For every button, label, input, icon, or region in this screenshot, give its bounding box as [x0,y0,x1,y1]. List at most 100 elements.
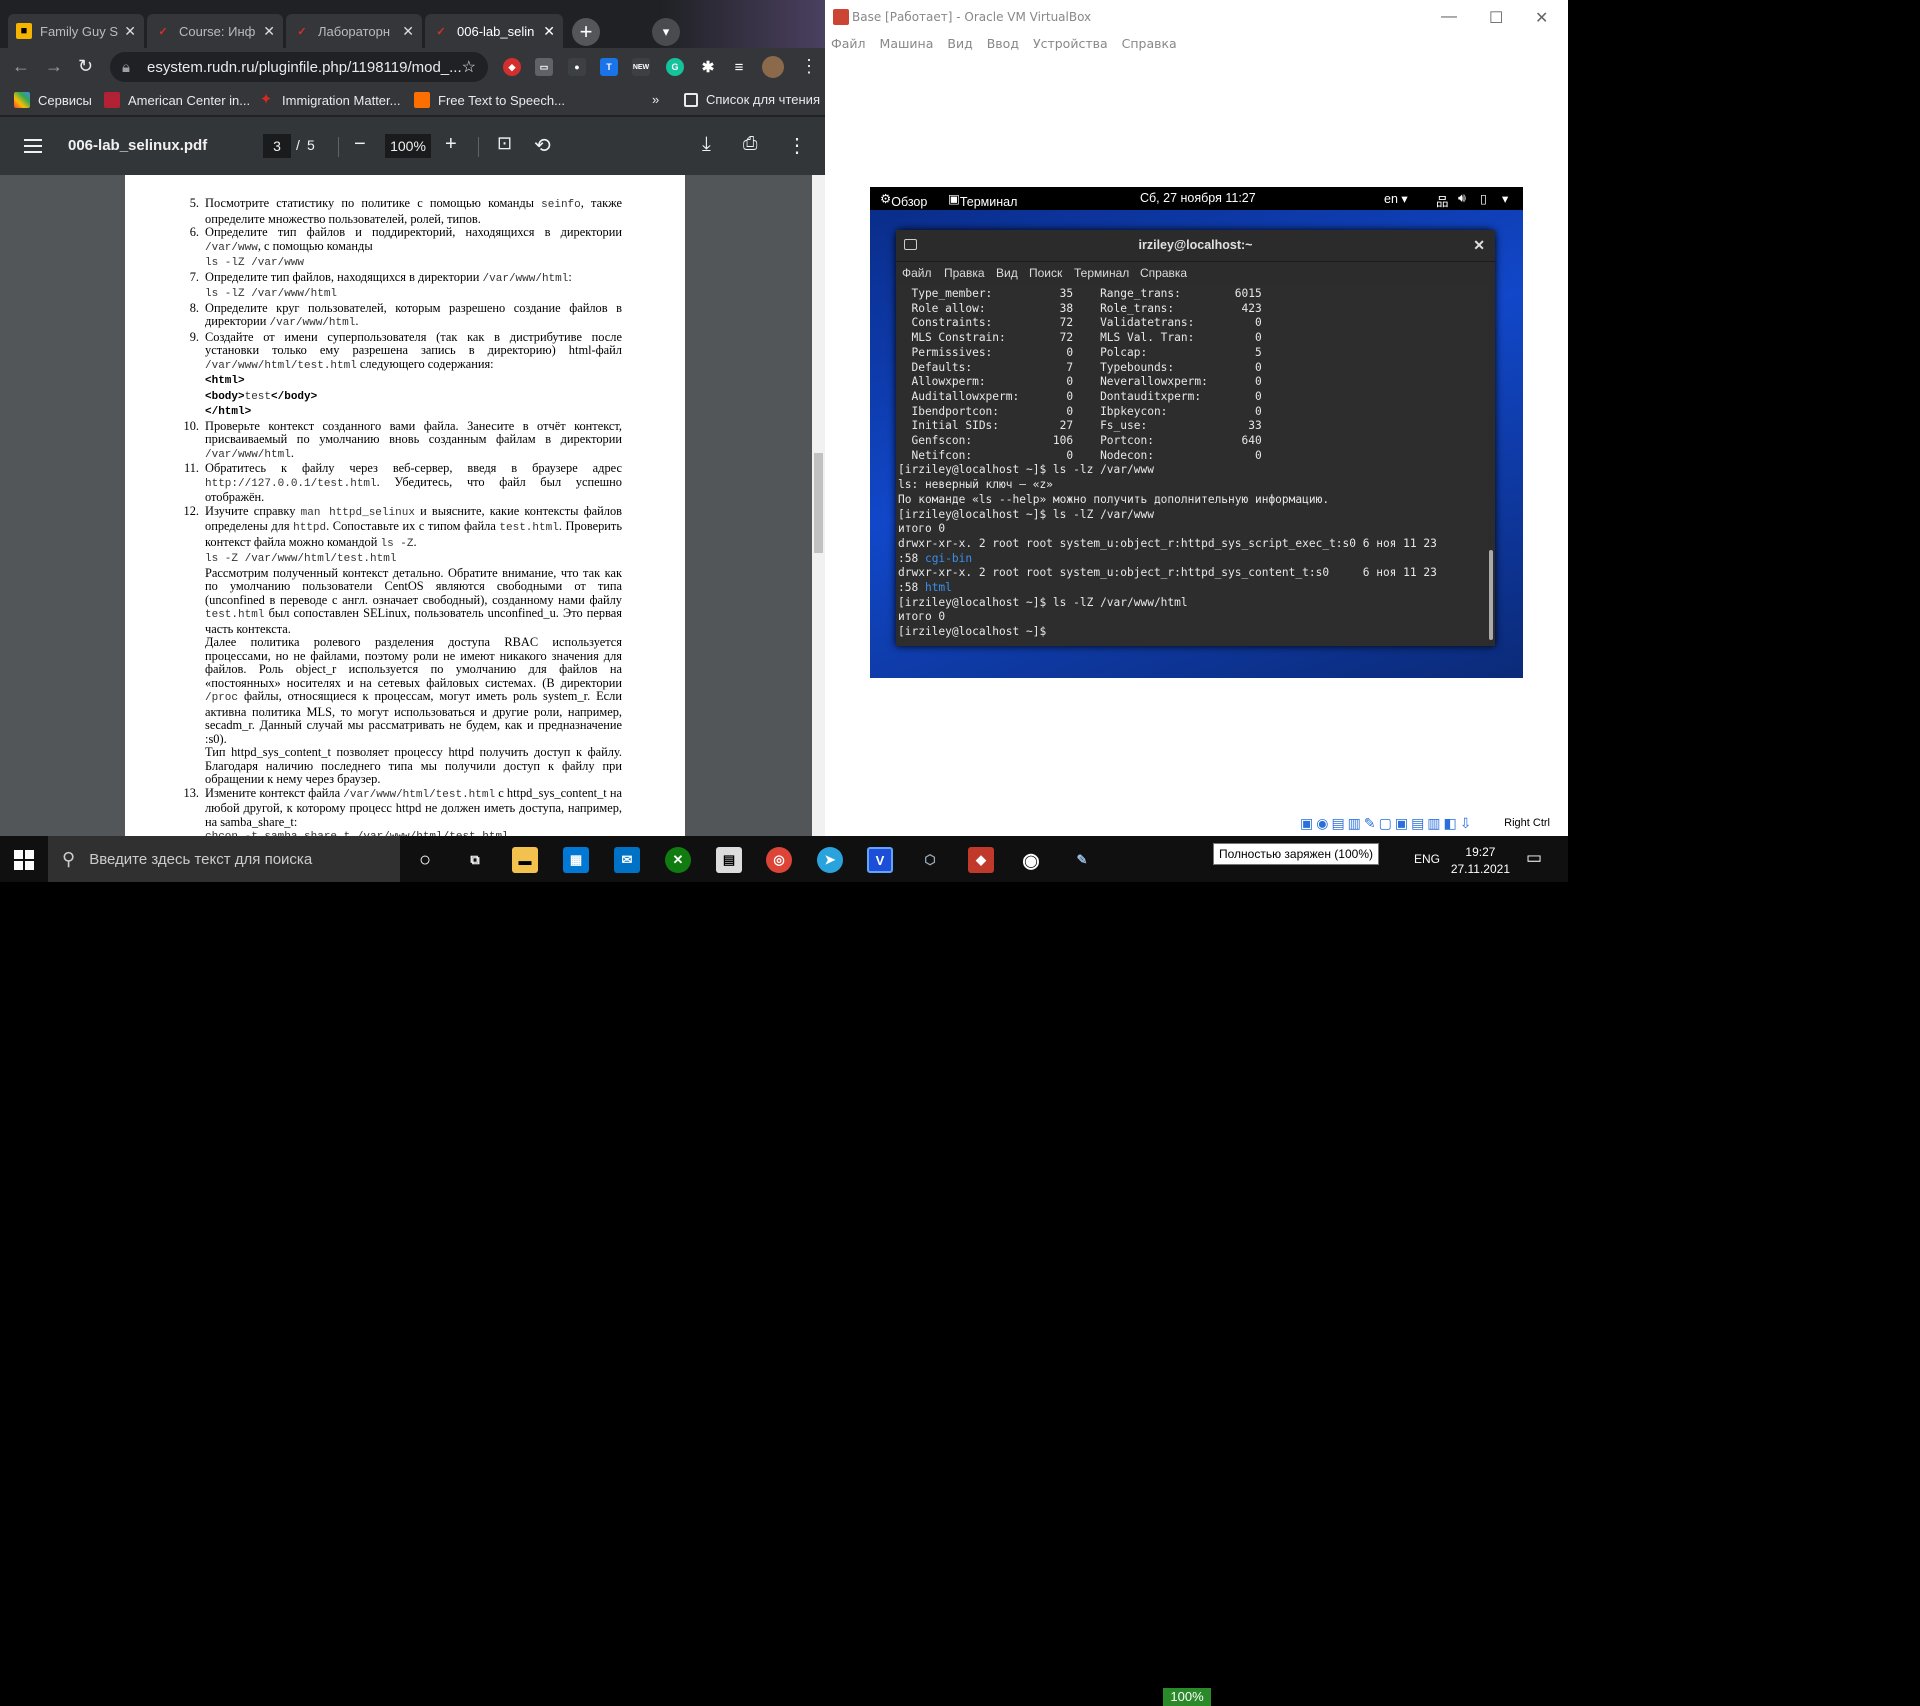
gnome-top-bar: ⚙︎ Обзор ▣ Терминал ▾ Сб, 27 ноября 11:2… [870,187,1523,224]
terminal-app-menu[interactable]: ▣ Терминал ▾ [948,191,1017,224]
bookmark-immigration[interactable]: ✦ Immigration Matter... [258,92,401,108]
minimize-icon[interactable]: — [1441,8,1457,26]
file-explorer-icon[interactable]: ▬ [512,847,538,873]
taskbar-clock[interactable]: 19:27 27.11.2021 [1451,844,1510,878]
close-window-icon[interactable]: ✕ [1535,8,1548,28]
terminal-line: Defaults: 7 Typebounds: 0 [898,360,1262,374]
zoom-in-icon[interactable]: + [445,133,457,156]
puzzle-extensions-icon[interactable]: ✱ [699,58,717,76]
terminal-window[interactable]: irziley@localhost:~ ✕ Файл Правка Вид По… [896,230,1495,646]
forward-icon[interactable]: → [45,56,63,77]
mail-icon[interactable]: ✉ [614,847,640,873]
menu-devices[interactable]: Устройства [1033,36,1108,51]
guest-desktop: irziley@localhost:~ ✕ Файл Правка Вид По… [870,210,1523,678]
bookmark-services[interactable]: Сервисы [14,92,92,108]
kebab-menu-icon[interactable]: ⋮ [800,56,818,77]
terminal-menu-file[interactable]: Файл [902,266,932,280]
pdf-viewport[interactable]: 5. Посмотрите статистику по политике с по… [0,175,825,836]
virtualbox-taskbar-icon[interactable]: ⬡ [917,847,943,873]
maximize-icon[interactable]: ☐ [1489,8,1503,28]
activities-button[interactable]: ⚙︎ Обзор [880,191,927,209]
menu-view[interactable]: Вид [947,36,972,51]
list-item-text: Измените контекст файла /var/www/html/te… [205,785,623,836]
vm-status-icons[interactable]: ▣◉▤▥✎▢▣▤▥◧⇩ [1300,815,1475,832]
system-menu-chevron-icon[interactable]: ▾ [1502,191,1508,206]
close-icon[interactable]: ✕ [1473,237,1485,254]
grammarly-icon[interactable]: G [666,58,684,76]
close-icon[interactable]: ✕ [402,23,414,40]
obs-icon[interactable]: ◉ [1018,847,1044,873]
pdf-more-icon[interactable]: ⋮ [787,133,807,158]
extension-shield-icon[interactable]: ◆ [503,58,521,76]
profile-avatar[interactable] [762,56,784,78]
network-icon[interactable]: 品 [1436,191,1449,210]
terminal-output[interactable]: Type_member: 35 Range_trans: 6015 Role a… [898,284,1488,646]
taskbar-search-box[interactable]: ⚲ Введите здесь текст для поиска [48,836,400,882]
menu-help[interactable]: Справка [1122,36,1177,51]
terminal-menu-help[interactable]: Справка [1140,266,1187,280]
bookmark-star-icon[interactable]: ☆ [462,57,476,77]
print-icon[interactable]: ⎙ [743,133,757,154]
bookmark-tts[interactable]: Free Text to Speech... [414,92,565,108]
notifications-icon[interactable]: ▭ [1526,848,1542,894]
volume-icon[interactable]: 🔊︎ [1458,191,1466,206]
extension-icon[interactable]: ▭ [535,58,553,76]
menu-icon[interactable] [24,139,42,153]
tab-lab[interactable]: ✓ Лабораторн ✕ [286,14,422,48]
family-guy-favicon: ■ [16,23,32,39]
scrollbar-thumb[interactable] [814,453,823,553]
more-bookmarks-button[interactable]: » [652,92,659,107]
menu-file[interactable]: Файл [831,36,866,51]
terminal-scrollbar[interactable] [1489,550,1493,640]
terminal-menu-search[interactable]: Поиск [1029,266,1062,280]
tab-pdf-active[interactable]: ✓ 006-lab_selin ✕ [425,14,563,48]
reload-icon[interactable]: ↻ [78,56,93,77]
xbox-icon[interactable]: ✕ [665,847,691,873]
close-icon[interactable]: ✕ [124,23,136,40]
pdf-scrollbar[interactable] [812,175,825,836]
terminal-line: Constraints: 72 Validatetrans: 0 [898,316,1262,330]
tab-family-guy[interactable]: ■ Family Guy S ✕ [8,14,144,48]
address-bar[interactable]: 🔒︎ esystem.rudn.ru/pluginfile.php/119811… [110,52,488,82]
new-extension-icon[interactable]: NEW [632,58,650,76]
zoom-out-icon[interactable]: − [354,133,366,156]
windows-start-icon[interactable] [14,850,34,873]
battery-icon[interactable]: ▯ [1480,191,1487,206]
terminal-menu-terminal[interactable]: Терминал [1074,266,1129,280]
new-tab-button[interactable]: + [572,18,600,46]
download-icon[interactable]: ⤓ [702,133,711,156]
menu-input[interactable]: Ввод [987,36,1019,51]
cortana-icon[interactable]: ○ [412,847,438,873]
app-icon[interactable]: ▤ [716,847,742,873]
page-number-input[interactable]: 3 [263,134,291,158]
extension-icon[interactable]: ● [568,58,586,76]
close-icon[interactable]: ✕ [543,23,555,40]
tab-course[interactable]: ✓ Course: Инф ✕ [147,14,283,48]
chrome-icon[interactable]: ◎ [766,847,792,873]
rotate-icon[interactable]: ⟲ [534,133,551,158]
terminal-menu-edit[interactable]: Правка [944,266,985,280]
media-control-icon[interactable]: ≡ [730,58,748,76]
clock[interactable]: Сб, 27 ноября 11:27 [1140,191,1256,205]
zoom-input[interactable]: 100% [385,134,431,158]
menu-machine[interactable]: Машина [880,36,934,51]
terminal-menu-view[interactable]: Вид [996,266,1018,280]
paint-icon[interactable]: ✎ [1069,847,1095,873]
input-language[interactable]: en ▾ [1384,191,1408,206]
close-icon[interactable]: ✕ [263,23,275,40]
app-icon[interactable]: ◆ [968,847,994,873]
bookmark-american-center[interactable]: American Center in... [104,92,250,108]
fit-page-icon[interactable]: ⊡ [497,133,512,154]
task-view-icon[interactable]: ⧉ [462,847,488,873]
keyboard-language[interactable]: ENG [1414,852,1440,898]
guest-screen[interactable]: ⚙︎ Обзор ▣ Терминал ▾ Сб, 27 ноября 11:2… [870,187,1523,678]
back-icon[interactable]: ← [12,56,30,77]
tab-search-button[interactable]: ▾ [652,18,680,46]
telegram-icon[interactable]: ➤ [817,847,843,873]
translate-extension-icon[interactable]: T [600,58,618,76]
store-icon[interactable]: ▦ [563,847,589,873]
list-item-number: 8. [189,300,199,315]
reading-list-button[interactable]: Список для чтения [684,92,820,107]
visio-icon[interactable]: V [867,847,893,873]
battery-indicator[interactable]: 100% [1163,1688,1211,1706]
